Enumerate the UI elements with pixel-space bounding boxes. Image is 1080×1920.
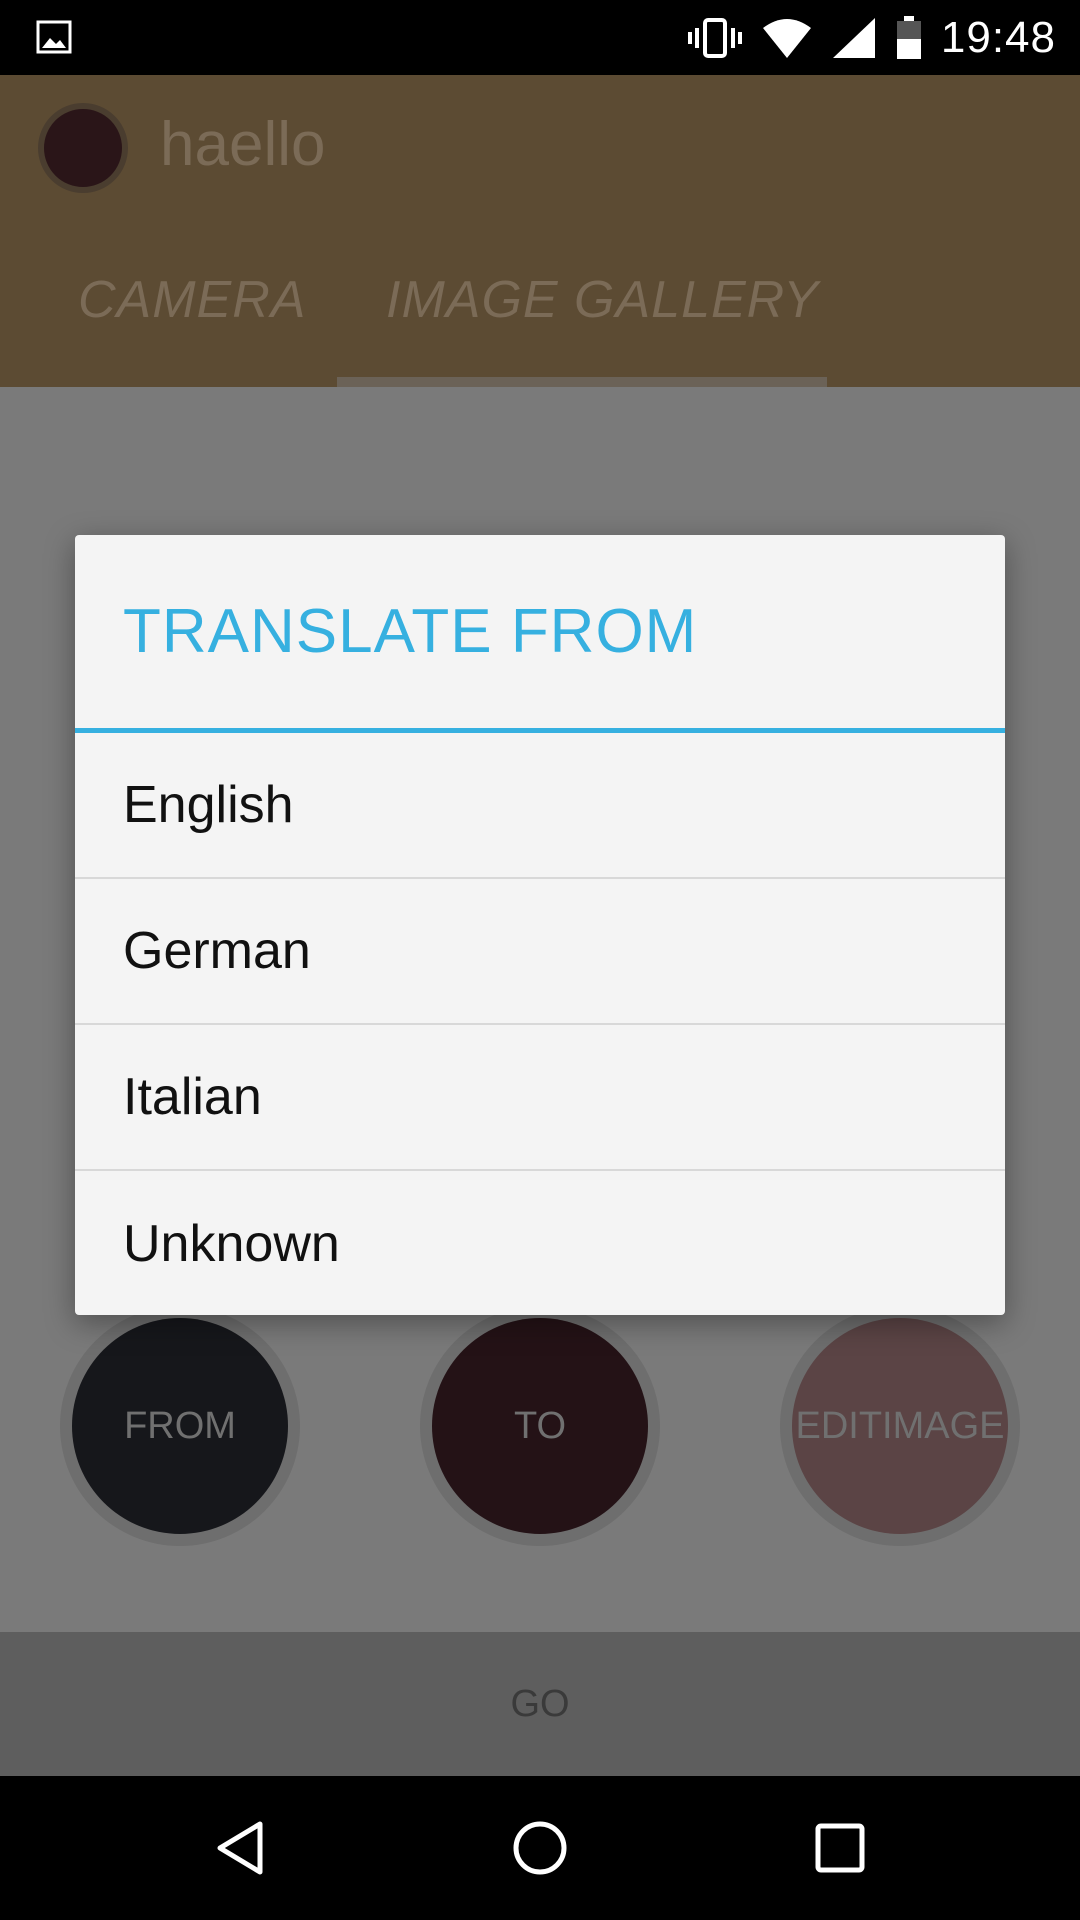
option-german[interactable]: German xyxy=(75,879,1005,1025)
status-clock: 19:48 xyxy=(940,12,1056,62)
tab-camera[interactable]: CAMERA xyxy=(78,270,306,330)
edit-image-button-label: EDIT IMAGE xyxy=(792,1318,1008,1534)
translate-from-dialog: TRANSLATE FROM English German Italian Un… xyxy=(75,535,1005,1315)
home-button[interactable] xyxy=(490,1798,590,1898)
app-title: haello xyxy=(160,110,326,179)
from-button-label: FROM xyxy=(72,1318,288,1534)
from-button[interactable]: FROM xyxy=(60,1306,300,1546)
status-icons: 19:48 xyxy=(687,0,1056,75)
navigation-bar xyxy=(0,1776,1080,1920)
option-english[interactable]: English xyxy=(75,733,1005,879)
edit-label-line1: EDIT xyxy=(795,1405,883,1447)
to-button[interactable]: TO xyxy=(420,1306,660,1546)
option-italian[interactable]: Italian xyxy=(75,1025,1005,1171)
app-logo-icon xyxy=(38,103,128,193)
go-button[interactable]: GO xyxy=(0,1632,1080,1776)
status-bar: 19:48 xyxy=(0,0,1080,75)
wifi-icon xyxy=(762,18,811,58)
battery-icon xyxy=(896,15,921,59)
gallery-notification-icon xyxy=(36,20,72,54)
to-button-label: TO xyxy=(432,1318,648,1534)
dialog-title: TRANSLATE FROM xyxy=(123,597,698,666)
recent-apps-button[interactable] xyxy=(790,1798,890,1898)
go-button-label: GO xyxy=(510,1682,570,1725)
tab-image-gallery[interactable]: IMAGE GALLERY xyxy=(386,270,819,330)
back-icon xyxy=(217,1821,263,1875)
app-bar: haello CAMERA IMAGE GALLERY xyxy=(0,75,1080,387)
tab-indicator xyxy=(337,377,827,387)
recent-apps-icon xyxy=(815,1823,865,1873)
edit-label-line2: IMAGE xyxy=(882,1405,1005,1447)
vibrate-icon xyxy=(687,17,742,58)
home-icon xyxy=(513,1821,567,1875)
back-button[interactable] xyxy=(190,1798,290,1898)
option-unknown[interactable]: Unknown xyxy=(75,1171,1005,1315)
edit-image-button[interactable]: EDIT IMAGE xyxy=(780,1306,1020,1546)
signal-icon xyxy=(832,17,875,58)
